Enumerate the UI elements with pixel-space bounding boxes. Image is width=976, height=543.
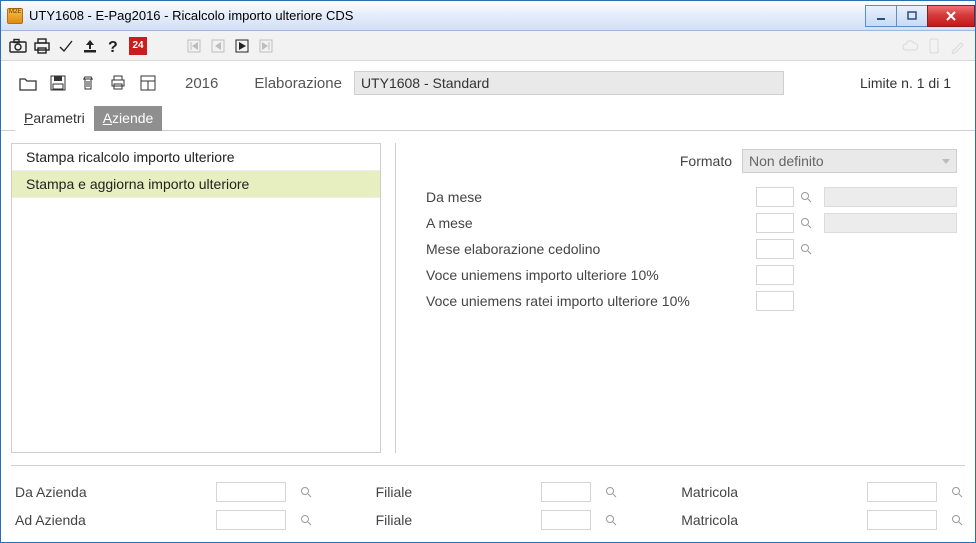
app-window: UTY1608 - E-Pag2016 - Ricalcolo importo … <box>0 0 976 543</box>
close-button[interactable] <box>927 5 975 27</box>
nav-prev-icon[interactable] <box>209 37 227 55</box>
formato-value: Non definito <box>749 153 824 169</box>
voce-uni-input[interactable] <box>756 265 794 285</box>
filter-panel: Da Azienda Filiale Matricola Ad Azienda … <box>11 465 965 536</box>
elaborazione-label: Elaborazione <box>254 75 342 92</box>
tab-bar: Parametri Aziende <box>1 103 975 131</box>
pencil-icon <box>949 37 967 55</box>
middle-row: Stampa ricalcolo importo ulteriore Stamp… <box>11 143 965 453</box>
a-mese-input[interactable] <box>756 213 794 233</box>
maximize-icon <box>906 10 918 22</box>
window-title: UTY1608 - E-Pag2016 - Ricalcolo importo … <box>29 8 866 23</box>
form-panel: Formato Non definito Da mese A mese <box>395 143 965 453</box>
camera-icon[interactable] <box>9 37 27 55</box>
nav-last-icon[interactable] <box>257 37 275 55</box>
upload-icon[interactable] <box>81 37 99 55</box>
cloud-icon <box>901 37 919 55</box>
print2-icon[interactable] <box>109 74 127 92</box>
search-icon[interactable] <box>798 241 814 257</box>
tab-aziende[interactable]: Aziende <box>94 106 163 131</box>
limit-text: Limite n. 1 di 1 <box>860 75 961 91</box>
help-icon[interactable]: ? <box>105 37 123 55</box>
mese-elab-row: Mese elaborazione cedolino <box>426 239 957 259</box>
option-list: Stampa ricalcolo importo ulteriore Stamp… <box>11 143 381 453</box>
toolbar-group-left: ? 24 <box>9 37 147 55</box>
search-icon[interactable] <box>298 484 314 500</box>
matricola2-input[interactable] <box>867 510 937 530</box>
filiale2-input[interactable] <box>541 510 591 530</box>
search-icon[interactable] <box>798 215 814 231</box>
formato-label: Formato <box>680 153 732 169</box>
sub-toolbar: 2016 Elaborazione UTY1608 - Standard Lim… <box>1 61 975 103</box>
mese-elab-label: Mese elaborazione cedolino <box>426 241 756 257</box>
voce-uni-row: Voce uniemens importo ulteriore 10% <box>426 265 957 285</box>
search-icon[interactable] <box>949 484 965 500</box>
mese-elab-input[interactable] <box>756 239 794 259</box>
list-panel: Stampa ricalcolo importo ulteriore Stamp… <box>11 143 381 453</box>
da-mese-display <box>824 187 957 207</box>
da-mese-label: Da mese <box>426 189 756 205</box>
nav-first-icon[interactable] <box>185 37 203 55</box>
da-azienda-input[interactable] <box>216 482 286 502</box>
year-label: 2016 <box>185 75 218 92</box>
a-mese-display <box>824 213 957 233</box>
filiale2-label: Filiale <box>376 512 534 528</box>
voce-uni-label: Voce uniemens importo ulteriore 10% <box>426 267 756 283</box>
titlebar: UTY1608 - E-Pag2016 - Ricalcolo importo … <box>1 1 975 31</box>
trash-icon[interactable] <box>79 74 97 92</box>
voce-uni-ratei-row: Voce uniemens ratei importo ulteriore 10… <box>426 291 957 311</box>
matricola-label: Matricola <box>681 484 859 500</box>
svg-text:?: ? <box>108 39 118 54</box>
matricola2-label: Matricola <box>681 512 859 528</box>
chevron-down-icon <box>942 159 950 164</box>
da-mese-row: Da mese <box>426 187 957 207</box>
search-icon[interactable] <box>603 512 619 528</box>
window-controls <box>866 5 975 27</box>
ad-azienda-label: Ad Azienda <box>15 512 208 528</box>
search-icon[interactable] <box>949 512 965 528</box>
device-icon <box>925 37 943 55</box>
minimize-icon <box>875 10 887 22</box>
list-item[interactable]: Stampa e aggiorna importo ulteriore <box>12 171 380 198</box>
minimize-button[interactable] <box>865 5 897 27</box>
app-icon <box>7 8 23 24</box>
filiale1-input[interactable] <box>541 482 591 502</box>
close-icon <box>944 10 958 22</box>
search-icon[interactable] <box>798 189 814 205</box>
tab-parametri[interactable]: Parametri <box>15 106 94 131</box>
search-icon[interactable] <box>603 484 619 500</box>
formato-row: Formato Non definito <box>426 149 957 173</box>
ad-azienda-input[interactable] <box>216 510 286 530</box>
a-mese-label: A mese <box>426 215 756 231</box>
voce-uni-ratei-input[interactable] <box>756 291 794 311</box>
list-item[interactable]: Stampa ricalcolo importo ulteriore <box>12 144 380 171</box>
filter-grid: Da Azienda Filiale Matricola Ad Azienda … <box>15 482 961 530</box>
body-panel: Stampa ricalcolo importo ulteriore Stamp… <box>1 131 975 542</box>
main-toolbar: ? 24 <box>1 31 975 61</box>
da-mese-input[interactable] <box>756 187 794 207</box>
toolbar-group-right <box>901 37 967 55</box>
formato-select[interactable]: Non definito <box>742 149 957 173</box>
a-mese-row: A mese <box>426 213 957 233</box>
check-icon[interactable] <box>57 37 75 55</box>
layout-icon[interactable] <box>139 74 157 92</box>
search-icon[interactable] <box>298 512 314 528</box>
filiale-label: Filiale <box>376 484 534 500</box>
voce-uni-ratei-label: Voce uniemens ratei importo ulteriore 10… <box>426 293 756 309</box>
folder-open-icon[interactable] <box>19 74 37 92</box>
elaborazione-field[interactable]: UTY1608 - Standard <box>354 71 784 95</box>
matricola1-input[interactable] <box>867 482 937 502</box>
toolbar-group-nav <box>185 37 275 55</box>
save-icon[interactable] <box>49 74 67 92</box>
da-azienda-label: Da Azienda <box>15 484 208 500</box>
print-icon[interactable] <box>33 37 51 55</box>
badge-24-icon[interactable]: 24 <box>129 37 147 55</box>
nav-play-icon[interactable] <box>233 37 251 55</box>
maximize-button[interactable] <box>896 5 928 27</box>
